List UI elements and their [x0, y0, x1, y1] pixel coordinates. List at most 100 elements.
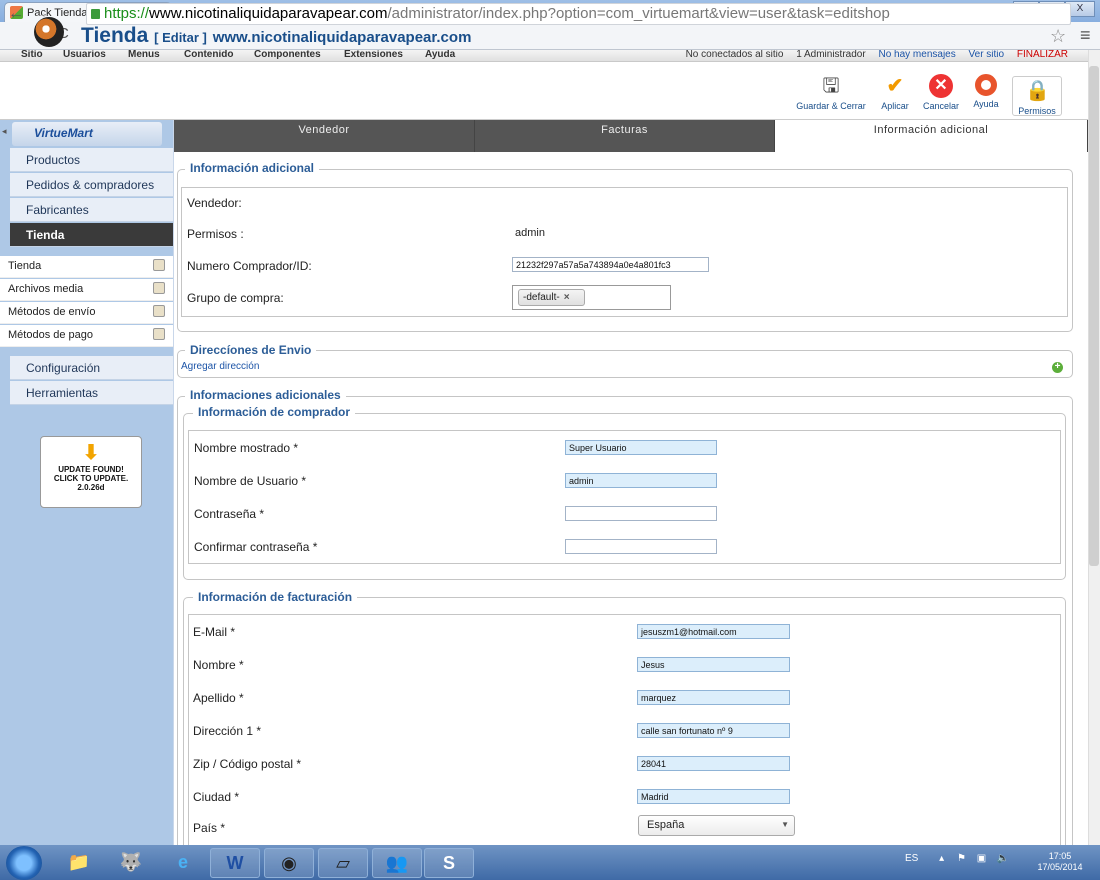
menu-item-contenido[interactable]: Contenido [184, 50, 233, 60]
bookmark-star-icon[interactable]: ☆ [1050, 26, 1066, 47]
store-icon [153, 259, 165, 271]
sidebar-subitem-shipping[interactable]: Métodos de envío [0, 302, 173, 324]
start-button[interactable] [6, 846, 42, 880]
truck-icon [153, 305, 165, 317]
buyer-id-input[interactable]: 21232f297a57a5a743894a0e4a801fc3 [512, 257, 709, 272]
lifebuoy-icon [975, 74, 997, 96]
browser-menu-icon[interactable]: ≡ [1080, 25, 1091, 46]
permissions-button[interactable]: 🔒 Permisos [1012, 76, 1062, 116]
cancel-icon: ✕ [929, 74, 953, 98]
url-domain: www.nicotinaliquidaparavapear.com [149, 5, 388, 22]
sidebar-item-herramientas[interactable]: Herramientas [10, 381, 173, 405]
sidebar-item-productos[interactable]: Productos [10, 148, 173, 172]
surname-label: Apellido * [193, 691, 244, 705]
save-close-button[interactable]: 🖫 Guardar & Cerrar [790, 74, 872, 111]
admin-count[interactable]: 1 Administrador [796, 50, 865, 60]
scrollbar-thumb[interactable] [1089, 66, 1099, 566]
menu-item-menus[interactable]: Menus [128, 50, 160, 60]
lock-icon: 🔒 [1025, 80, 1050, 102]
sidebar-subitem-media[interactable]: Archivos media [0, 279, 173, 301]
city-label: Ciudad * [193, 790, 240, 804]
skype-icon[interactable]: S [424, 848, 474, 878]
sidebar-subitem-tienda[interactable]: Tienda [0, 256, 173, 278]
messages-status[interactable]: No hay mensajes [878, 50, 955, 60]
menu-item-componentes[interactable]: Componentes [254, 50, 321, 60]
update-line2: CLICK TO UPDATE. [53, 474, 129, 483]
surname-input[interactable]: marquez [637, 690, 790, 705]
clock[interactable]: 17:05 17/05/2014 [1028, 851, 1092, 873]
tab-facturas[interactable]: Facturas [475, 120, 775, 152]
check-icon: ✔ [886, 75, 904, 97]
subitem-label: Tienda [8, 260, 42, 272]
display-name-input[interactable]: Super Usuario [565, 440, 717, 455]
cancel-label: Cancelar [922, 101, 960, 111]
sidebar-item-tienda[interactable]: Tienda [10, 223, 173, 247]
lock-icon [91, 9, 100, 20]
edit-link[interactable]: [ Editar ] [154, 30, 207, 45]
tray-expand-icon[interactable]: ▴ [939, 853, 944, 864]
language-indicator[interactable]: ES [905, 853, 918, 864]
sidebar-item-fabricantes[interactable]: Fabricantes [10, 198, 173, 222]
update-button[interactable]: ⬇ UPDATE FOUND! CLICK TO UPDATE. 2.0.26d [40, 436, 142, 508]
permissions-label: Permisos : [187, 227, 244, 241]
username-input[interactable]: admin [565, 473, 717, 488]
site-name: www.nicotinaliquidaparavapear.com [212, 29, 472, 46]
add-address-link[interactable]: Agregar dirección [181, 361, 259, 372]
messenger-icon[interactable]: 👥 [372, 848, 422, 878]
password-input[interactable] [565, 506, 717, 521]
buyer-legend: Información de comprador [193, 405, 356, 419]
sidebar-item-pedidos[interactable]: Pedidos & compradores [10, 173, 173, 197]
sidebar-subitem-payment[interactable]: Métodos de pago [0, 325, 173, 347]
sidebar-collapse-icon[interactable]: ◂ [2, 126, 7, 137]
flag-icon[interactable]: ⚑ [957, 853, 966, 864]
menu-item-ayuda[interactable]: Ayuda [425, 50, 455, 60]
help-button[interactable]: Ayuda [966, 74, 1006, 109]
chrome-icon[interactable]: ◉ [264, 848, 314, 878]
chip-remove-icon[interactable]: × [564, 292, 570, 303]
sidebar-item-configuracion[interactable]: Configuración [10, 356, 173, 380]
cancel-button[interactable]: ✕ Cancelar [918, 74, 964, 111]
zip-input[interactable]: 28041 [637, 756, 790, 771]
word-icon[interactable]: W [210, 848, 260, 878]
page-title-text: Tienda [81, 24, 149, 47]
country-select[interactable]: España ▼ [638, 815, 795, 836]
clock-date: 17/05/2014 [1037, 862, 1083, 872]
tab-informacion-adicional[interactable]: Información adicional [775, 120, 1088, 152]
download-arrow-icon: ⬇ [82, 442, 100, 464]
address-input[interactable]: calle san fortunato nº 9 [637, 723, 790, 738]
internet-explorer-icon[interactable]: e [158, 848, 208, 878]
buyer-id-label: Numero Comprador/ID: [187, 259, 312, 273]
vendor-label: Vendedor: [187, 196, 242, 210]
menu-item-usuarios[interactable]: Usuarios [63, 50, 106, 60]
city-input[interactable]: Madrid [637, 789, 790, 804]
update-version: 2.0.26d [77, 483, 105, 492]
volume-icon[interactable]: 🔈 [997, 853, 1009, 864]
subitem-label: Métodos de pago [8, 329, 94, 341]
network-icon[interactable]: ▣ [977, 853, 986, 864]
apply-button[interactable]: ✔ Aplicar [876, 74, 914, 111]
explorer-icon[interactable]: 📁 [54, 848, 104, 878]
subitem-label: Archivos media [8, 283, 84, 295]
url-bar[interactable]: https://www.nicotinaliquidaparavapear.co… [86, 3, 1071, 25]
name-input[interactable]: Jesus [637, 657, 790, 672]
back-icon[interactable]: ← [8, 5, 24, 23]
payment-icon [153, 328, 165, 340]
menu-item-extensiones[interactable]: Extensiones [344, 50, 403, 60]
logout-link[interactable]: FINALIZAR [1017, 50, 1068, 60]
offline-status: No conectados al sitio [685, 50, 784, 60]
view-site-link[interactable]: Ver sitio [969, 50, 1005, 60]
country-label: País * [193, 821, 226, 835]
update-line1: UPDATE FOUND! [58, 465, 124, 474]
sticky-notes-icon[interactable]: ▱ [318, 848, 368, 878]
zip-label: Zip / Código postal * [193, 757, 302, 771]
permissions-value: admin [515, 227, 545, 239]
add-plus-icon[interactable]: + [1052, 362, 1063, 373]
chevron-down-icon: ▼ [781, 820, 789, 829]
confirm-password-input[interactable] [565, 539, 717, 554]
tab-vendedor[interactable]: Vendedor [174, 120, 475, 152]
gimp-icon[interactable]: 🐺 [106, 848, 156, 878]
email-input[interactable]: jesuszm1@hotmail.com [637, 624, 790, 639]
menu-item-sitio[interactable]: Sitio [21, 50, 43, 60]
group-chip[interactable]: -default- × [518, 289, 585, 306]
tienda-logo-icon [34, 17, 64, 47]
